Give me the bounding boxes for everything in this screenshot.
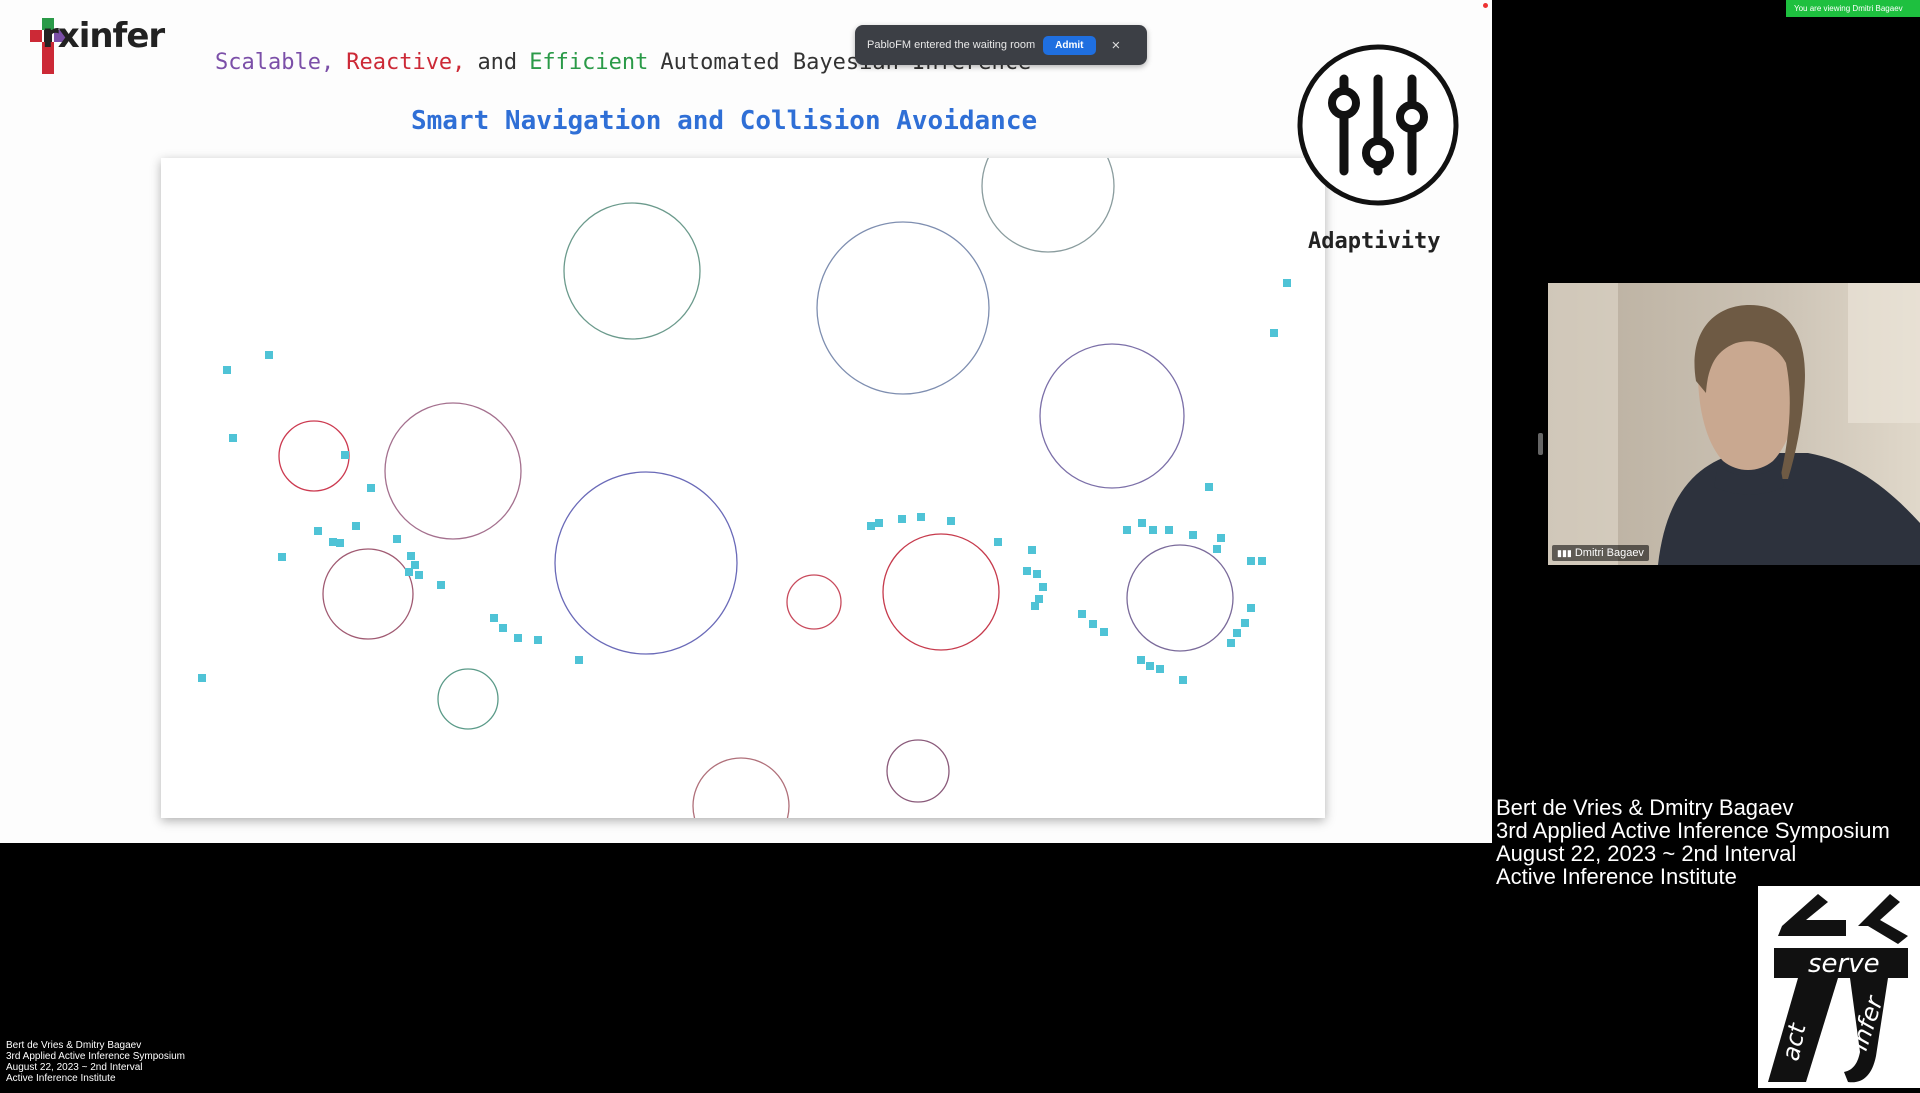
obstacle-circle	[981, 158, 1115, 253]
obstacle-circle	[816, 221, 990, 395]
obstacle-circle	[437, 668, 499, 730]
credits-institute: Active Inference Institute	[1496, 864, 1737, 889]
credits-event: 3rd Applied Active Inference Symposium	[1496, 818, 1890, 843]
viewing-badge[interactable]: You are viewing Dmitri Bagaev	[1786, 0, 1920, 17]
obstacle-circle	[384, 402, 522, 540]
obstacle-circle	[886, 739, 950, 803]
tagline-efficient: Efficient	[529, 50, 649, 75]
obstacle-circle	[563, 202, 701, 340]
waiting-room-notification: PabloFM entered the waiting room Admit ×	[855, 25, 1147, 65]
credits-small-institute: Active Inference Institute	[6, 1073, 116, 1084]
obstacle-circle	[278, 420, 350, 492]
active-inference-institute-logo: serve act infer	[1758, 886, 1920, 1088]
simulation-canvas	[161, 158, 1325, 818]
credits-small-authors: Bert de Vries & Dmitry Bagaev	[6, 1040, 142, 1051]
obstacle-circle	[1039, 343, 1185, 489]
credits-authors: Bert de Vries & Dmitry Bagaev	[1496, 795, 1794, 820]
adaptivity-label: Adaptivity	[1308, 229, 1441, 254]
logo-word-serve: serve	[1808, 949, 1880, 979]
sliders-icon	[1297, 44, 1459, 206]
panel-resize-handle[interactable]	[1538, 433, 1543, 455]
credits-date: August 22, 2023 ~ 2nd Interval	[1496, 841, 1797, 866]
logo-wordmark: rxinfer	[42, 16, 165, 56]
credits-small-event: 3rd Applied Active Inference Symposium	[6, 1051, 185, 1062]
obstacle-circle	[322, 548, 414, 640]
tagline-scalable: Scalable,	[215, 50, 335, 75]
slide-title: Smart Navigation and Collision Avoidance	[411, 106, 1038, 136]
admit-button[interactable]: Admit	[1043, 35, 1096, 55]
credits-small-date: August 22, 2023 ~ 2nd Interval	[6, 1062, 143, 1073]
signal-bars-icon: ▮▮▮	[1557, 548, 1572, 558]
obstacle-circle	[692, 757, 790, 818]
agent-dots	[198, 279, 1291, 684]
notification-message: PabloFM entered the waiting room	[867, 39, 1036, 51]
tagline-reactive: Reactive,	[346, 50, 466, 75]
participant-video[interactable]: ▮▮▮ Dmitri Bagaev	[1548, 283, 1920, 565]
credits-small-overlay: Bert de Vries & Dmitry Bagaev 3rd Applie…	[6, 1040, 185, 1084]
participant-name-tag: ▮▮▮ Dmitri Bagaev	[1552, 545, 1649, 561]
presentation-slide: rxinfer Scalable, Reactive, and Efficient Au…	[0, 0, 1492, 843]
close-icon[interactable]: ×	[1112, 38, 1121, 53]
obstacle-circle	[554, 471, 738, 655]
person-silhouette	[1548, 283, 1920, 565]
obstacle-circle	[786, 574, 842, 630]
tagline-and: and	[477, 50, 518, 75]
participant-name: Dmitri Bagaev	[1574, 547, 1644, 559]
logo-word-infer: infer	[1845, 991, 1889, 1054]
credits-overlay: Bert de Vries & Dmitry Bagaev 3rd Applie…	[1496, 796, 1890, 888]
obstacle-circle	[882, 533, 1000, 651]
recording-indicator	[1483, 3, 1488, 8]
obstacle-circle	[1126, 544, 1234, 652]
